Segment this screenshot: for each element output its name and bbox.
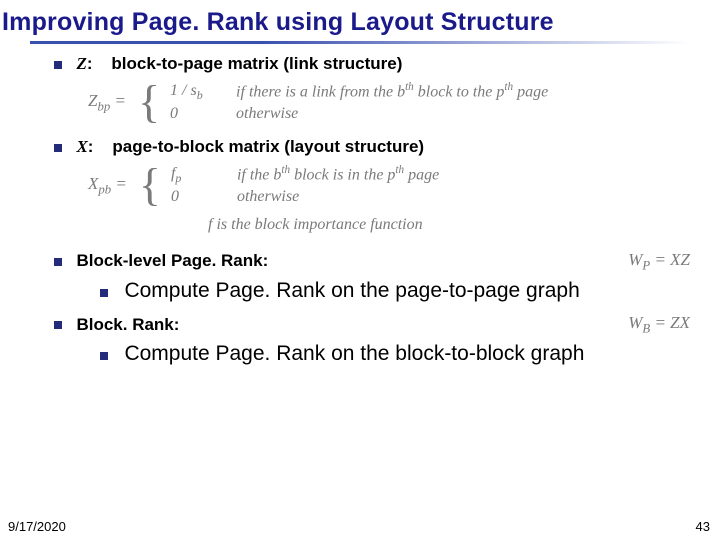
blocklevel-eq: WP = XZ <box>628 250 690 273</box>
x-lhs: Xpb = <box>88 174 127 197</box>
left-brace-icon: { <box>139 167 161 204</box>
z-case2-cond: otherwise <box>236 103 298 125</box>
blockrank-eq: WB = ZX <box>628 313 690 336</box>
bullet-item-blockrank: Block. Rank: WB = ZX <box>54 313 700 336</box>
x-case2-val: 0 <box>171 186 221 208</box>
page-number: 43 <box>696 519 710 534</box>
x-case2-cond: otherwise <box>237 186 299 208</box>
bullet-item-z: Z: block-to-page matrix (link structure) <box>54 54 700 74</box>
x-case1-cond: if the bth block is in the pth page <box>237 163 439 186</box>
x-math-block: Xpb = { fp if the bth block is in the pt… <box>88 163 700 236</box>
square-bullet-icon <box>54 144 62 152</box>
footer-date: 9/17/2020 <box>8 519 66 534</box>
z-case2-val: 0 <box>170 103 220 125</box>
blocklevel-subtext: Compute Page. Rank on the page-to-page g… <box>124 279 579 302</box>
bullet-item-x: X: page-to-block matrix (layout structur… <box>54 137 700 157</box>
blocklevel-label: Block-level Page. Rank: <box>76 251 268 270</box>
z-line: Z: block-to-page matrix (link structure) <box>76 54 402 73</box>
square-bullet-icon <box>54 61 62 69</box>
x-line: X: page-to-block matrix (layout structur… <box>76 137 424 156</box>
x-cases: fp if the bth block is in the pth page 0… <box>171 163 439 208</box>
x-var: X <box>76 137 87 156</box>
blockrank-subitem: Compute Page. Rank on the block-to-block… <box>100 342 700 366</box>
left-brace-icon: { <box>138 84 160 121</box>
content-area: Z: block-to-page matrix (link structure)… <box>0 44 720 366</box>
x-desc: page-to-block matrix (layout structure) <box>112 137 424 156</box>
square-bullet-icon <box>54 321 62 329</box>
colon: : <box>87 54 93 73</box>
blockrank-subtext: Compute Page. Rank on the block-to-block… <box>124 342 584 365</box>
slide-title: Improving Page. Rank using Layout Struct… <box>0 0 720 41</box>
bullet-item-blocklevel: Block-level Page. Rank: WP = XZ <box>54 250 700 273</box>
square-bullet-icon <box>100 289 108 297</box>
blockrank-label: Block. Rank: <box>76 315 179 334</box>
z-case1-cond: if there is a link from the bth block to… <box>236 80 548 103</box>
colon: : <box>88 137 94 156</box>
z-lhs: Zbp = <box>88 91 126 114</box>
z-cases: 1 / sb if there is a link from the bth b… <box>170 80 548 125</box>
z-desc: block-to-page matrix (link structure) <box>111 54 402 73</box>
z-var: Z <box>76 54 86 73</box>
blocklevel-subitem: Compute Page. Rank on the page-to-page g… <box>100 279 700 303</box>
x-case1-val: fp <box>171 163 221 186</box>
square-bullet-icon <box>54 258 62 266</box>
square-bullet-icon <box>100 352 108 360</box>
z-math-block: Zbp = { 1 / sb if there is a link from t… <box>88 80 700 125</box>
z-case1-val: 1 / sb <box>170 80 220 103</box>
x-math-note: f is the block importance function <box>208 214 700 236</box>
